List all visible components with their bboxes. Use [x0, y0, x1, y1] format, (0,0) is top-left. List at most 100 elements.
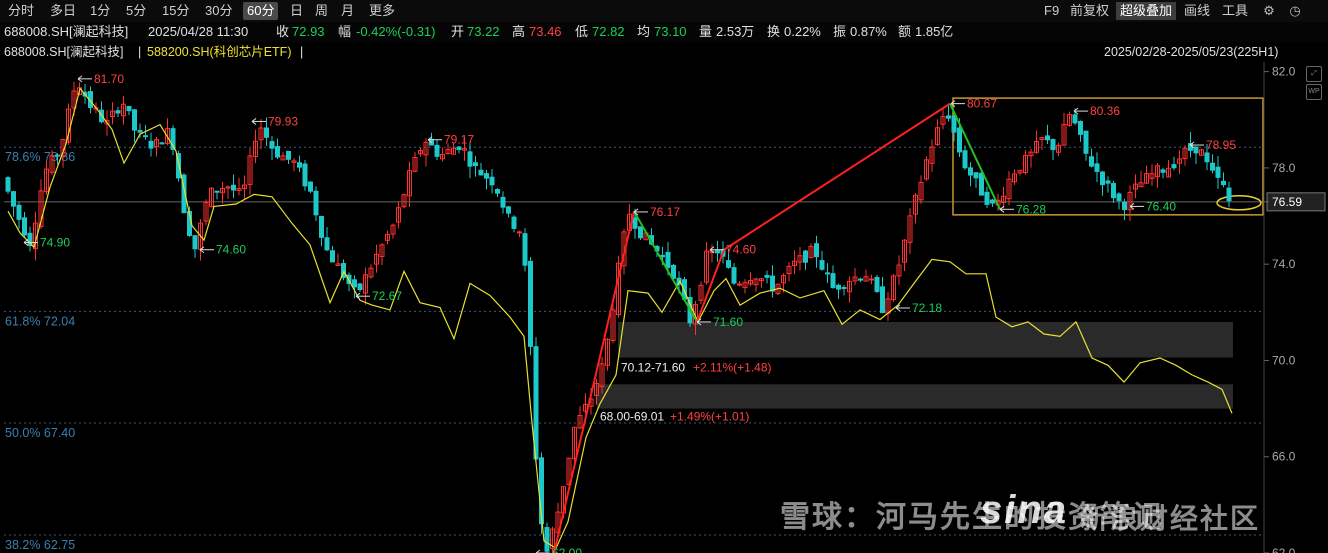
legend-separator-2: |	[300, 45, 304, 59]
candle-body	[269, 141, 275, 149]
stock-code: 688008.SH[澜起科技]	[4, 24, 129, 39]
candle-body	[533, 346, 539, 460]
candle-body	[302, 163, 308, 187]
period-tab-week[interactable]: 周	[311, 2, 332, 20]
candle-body	[731, 267, 737, 284]
candle-body	[951, 115, 957, 133]
candle-body	[770, 275, 775, 292]
candle-body	[737, 283, 742, 286]
candle-body	[660, 254, 665, 258]
wp-icon[interactable]: WP	[1306, 84, 1322, 100]
f9-button[interactable]: F9	[1040, 2, 1063, 20]
period-tab-more[interactable]: 更多	[365, 2, 399, 20]
volume-label: 量	[699, 24, 713, 39]
gear-icon[interactable]: ⚙	[1261, 3, 1277, 19]
candle-body	[500, 196, 506, 208]
candle-body	[1210, 162, 1215, 171]
quote-bar: 688008.SH[澜起科技] 2025/04/28 11:30 收 72.93…	[0, 22, 1328, 42]
period-tab-30min[interactable]: 30分	[201, 2, 236, 20]
candle-body	[1116, 193, 1122, 201]
clock-icon[interactable]: ◷	[1287, 3, 1303, 19]
candle-body	[830, 273, 836, 289]
candle-body	[632, 217, 638, 229]
candle-body	[968, 167, 973, 176]
tools-button[interactable]: 工具	[1218, 2, 1252, 20]
amplitude-value: 0.87%	[850, 24, 887, 39]
trend-line	[723, 102, 951, 251]
adjust-button[interactable]: 前复权	[1066, 2, 1113, 20]
candlestick-chart[interactable]: 78.6% 78.8661.8% 72.0450.0% 67.4038.2% 6…	[0, 62, 1328, 553]
y-tick-label: 66.0	[1272, 450, 1296, 464]
sina-logo: sina	[980, 488, 1069, 532]
y-tick-label: 76.59	[1272, 195, 1302, 209]
candle-body	[803, 250, 808, 263]
amount-value: 1.85亿	[915, 24, 954, 39]
candle-body	[1221, 180, 1226, 186]
candle-body	[825, 272, 830, 275]
candle-body	[506, 206, 511, 214]
expand-icon[interactable]: ⤢	[1306, 66, 1322, 82]
candle-body	[286, 150, 291, 160]
candle-body	[16, 204, 22, 220]
candle-body	[275, 146, 280, 158]
gap-zone-range: 68.00-69.01	[600, 410, 664, 424]
overlay-line-layer	[7, 87, 1233, 550]
period-tab-1min[interactable]: 1分	[86, 2, 114, 20]
annotation-label: 80.67	[967, 97, 997, 111]
period-tab-intraday[interactable]: 分时	[4, 2, 38, 20]
annotation-label: 80.36	[1090, 104, 1120, 118]
gap-zone	[618, 321, 1233, 358]
trend-line	[949, 103, 1001, 210]
candle-body	[313, 190, 319, 216]
quote-datetime: 2025/04/28 11:30	[148, 24, 249, 39]
candle-body	[1089, 156, 1094, 167]
candle-body	[1171, 164, 1177, 169]
candle-body	[1045, 135, 1050, 141]
candle-body	[984, 191, 990, 205]
annotation-label: 76.28	[1016, 202, 1046, 216]
candle-body	[715, 250, 720, 254]
open-label: 开	[451, 24, 465, 39]
candle-body	[5, 177, 11, 192]
y-tick-label: 74.0	[1272, 257, 1296, 271]
candles	[5, 81, 1232, 553]
fib-level-label: 61.8% 72.04	[5, 314, 75, 328]
period-tab-15min[interactable]: 15分	[158, 2, 193, 20]
period-tab-5min[interactable]: 5分	[122, 2, 150, 20]
annotation-label: 62.00	[552, 546, 582, 553]
candle-body	[55, 154, 60, 157]
high-label: 高	[512, 24, 526, 39]
candle-body	[143, 135, 148, 138]
legend-main-series[interactable]: 688008.SH[澜起科技]	[4, 42, 124, 62]
gap-zone	[597, 384, 1233, 409]
period-tab-multiday[interactable]: 多日	[46, 2, 80, 20]
candle-body	[665, 251, 671, 268]
candle-body	[456, 146, 462, 151]
candle-body	[1072, 114, 1078, 124]
y-axis: 82.0 78.0 76.59 74.0 70.0 66.0 62.0	[1263, 62, 1326, 553]
period-tab-day[interactable]: 日	[286, 2, 307, 20]
y-tick-label: 78.0	[1272, 161, 1296, 175]
volume-value: 2.53万	[716, 24, 755, 39]
candle-body	[814, 243, 819, 258]
draw-line-button[interactable]: 画线	[1180, 2, 1214, 20]
period-tab-60min[interactable]: 60分	[243, 2, 279, 20]
period-tab-month[interactable]: 月	[337, 2, 358, 20]
avg-value: 73.10	[654, 24, 687, 39]
candle-body	[1204, 152, 1210, 163]
candle-body	[324, 237, 330, 251]
candle-body	[11, 191, 16, 207]
avg-label: 均	[637, 24, 651, 39]
candle-body	[979, 172, 984, 196]
candle-body	[858, 278, 863, 281]
super-overlay-button[interactable]: 超级叠加	[1116, 2, 1177, 20]
annotation-label: 72.18	[912, 301, 942, 315]
candle-body	[946, 115, 951, 119]
candle-body	[1215, 166, 1221, 178]
annotation-label: 74.60	[216, 243, 246, 257]
annotation-label: 78.95	[1206, 138, 1236, 152]
candle-body	[544, 527, 550, 552]
candle-body	[1105, 180, 1111, 184]
legend-overlay-series[interactable]: 588200.SH(科创芯片ETF)	[147, 42, 291, 62]
trend-line	[553, 210, 635, 553]
